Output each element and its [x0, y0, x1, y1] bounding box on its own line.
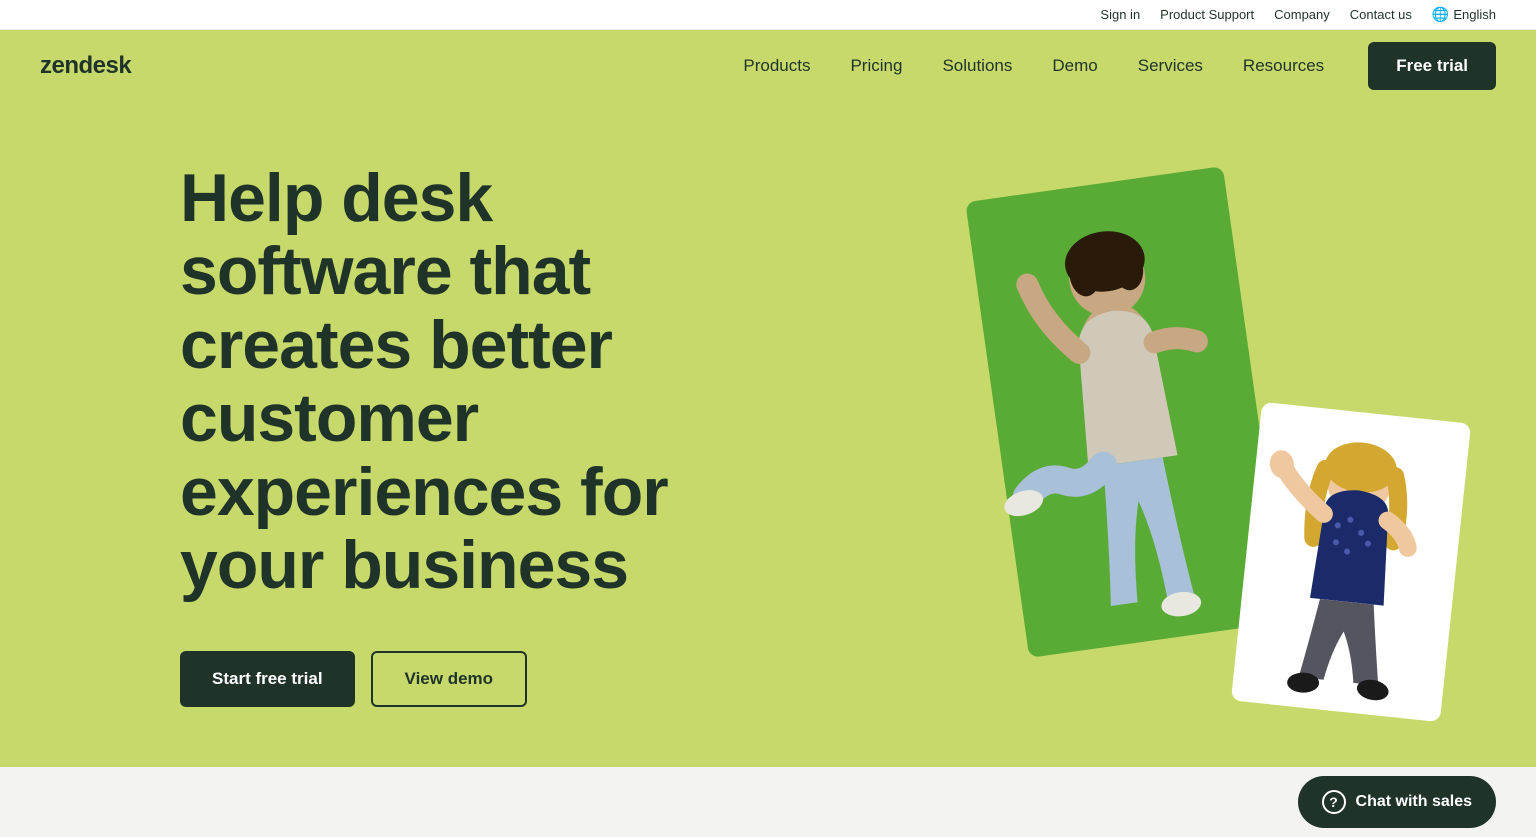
view-demo-button[interactable]: View demo: [371, 651, 528, 707]
nav-item-solutions: Solutions: [922, 48, 1032, 84]
company-link[interactable]: Company: [1274, 7, 1330, 22]
hero-content: Help desk software that creates better c…: [180, 162, 700, 707]
nav-item-resources: Resources: [1223, 48, 1344, 84]
nav-item-pricing: Pricing: [830, 48, 922, 84]
chat-icon: ?: [1322, 790, 1346, 814]
hero-buttons: Start free trial View demo: [180, 651, 700, 707]
hero-headline: Help desk software that creates better c…: [180, 162, 700, 603]
nav-link-solutions[interactable]: Solutions: [922, 48, 1032, 84]
chat-with-sales-button[interactable]: ? Chat with sales: [1298, 776, 1496, 828]
chat-label: Chat with sales: [1356, 793, 1472, 811]
nav-link-demo[interactable]: Demo: [1032, 48, 1117, 84]
sign-in-link[interactable]: Sign in: [1100, 7, 1140, 22]
language-selector[interactable]: 🌐 English: [1432, 6, 1496, 23]
language-label: English: [1453, 7, 1496, 22]
logo[interactable]: zendesk: [40, 52, 131, 80]
hero-section: Help desk software that creates better c…: [0, 102, 1536, 767]
free-trial-button[interactable]: Free trial: [1368, 42, 1496, 90]
nav-links: Products Pricing Solutions Demo Services…: [723, 48, 1344, 84]
bottom-bar: ? Chat with sales: [0, 767, 1536, 837]
start-free-trial-button[interactable]: Start free trial: [180, 651, 355, 707]
nav-item-services: Services: [1118, 48, 1223, 84]
hero-illustration: [876, 132, 1476, 742]
globe-icon: 🌐: [1432, 6, 1449, 23]
question-mark-icon: ?: [1329, 794, 1338, 810]
nav-item-demo: Demo: [1032, 48, 1117, 84]
nav-item-products: Products: [723, 48, 830, 84]
product-support-link[interactable]: Product Support: [1160, 7, 1254, 22]
main-nav: zendesk Products Pricing Solutions Demo …: [0, 30, 1536, 102]
utility-bar: Sign in Product Support Company Contact …: [0, 0, 1536, 30]
nav-link-resources[interactable]: Resources: [1223, 48, 1344, 84]
nav-link-products[interactable]: Products: [723, 48, 830, 84]
nav-link-services[interactable]: Services: [1118, 48, 1223, 84]
nav-link-pricing[interactable]: Pricing: [830, 48, 922, 84]
contact-us-link[interactable]: Contact us: [1350, 7, 1412, 22]
